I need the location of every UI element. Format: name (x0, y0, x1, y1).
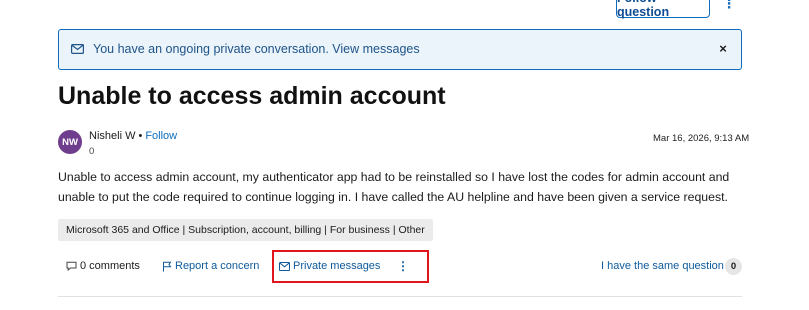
envelope-icon (71, 44, 84, 54)
comment-icon (66, 261, 77, 271)
private-conversation-banner: You have an ongoing private conversation… (58, 29, 742, 70)
highlight-annotation (272, 250, 429, 283)
more-options-icon[interactable]: ⋮ (722, 0, 736, 12)
question-header-actions: Follow question ⋮ (0, 0, 809, 20)
report-label: Report a concern (175, 260, 260, 272)
separator-dot: • (138, 130, 143, 142)
banner-message[interactable]: You have an ongoing private conversation… (93, 42, 420, 56)
same-question-count: 0 (725, 258, 742, 275)
author-reputation: 0 (89, 146, 95, 157)
same-question-label: I have the same question (601, 260, 724, 272)
follow-question-button[interactable]: Follow question (616, 0, 710, 19)
comments-button[interactable]: 0 comments (66, 255, 140, 277)
product-tag[interactable]: Microsoft 365 and Office | Subscription,… (58, 219, 433, 241)
body-line: unable to put the code required to conti… (58, 190, 728, 204)
avatar[interactable]: NW (58, 130, 82, 154)
question-body: Unable to access admin account, my authe… (58, 167, 748, 207)
author-name[interactable]: Nisheli W (89, 130, 135, 142)
divider (58, 296, 742, 297)
body-line: Unable to access admin account, my authe… (58, 170, 730, 184)
page-title: Unable to access admin account (58, 82, 446, 110)
author-line: Nisheli W • Follow (89, 130, 177, 142)
comments-label: 0 comments (80, 260, 140, 272)
flag-icon (163, 261, 172, 271)
close-icon[interactable]: × (714, 39, 732, 59)
same-question-button[interactable]: I have the same question (601, 255, 724, 277)
follow-author-link[interactable]: Follow (145, 130, 177, 142)
post-timestamp: Mar 16, 2026, 9:13 AM (653, 133, 750, 144)
report-concern-button[interactable]: Report a concern (162, 255, 259, 277)
